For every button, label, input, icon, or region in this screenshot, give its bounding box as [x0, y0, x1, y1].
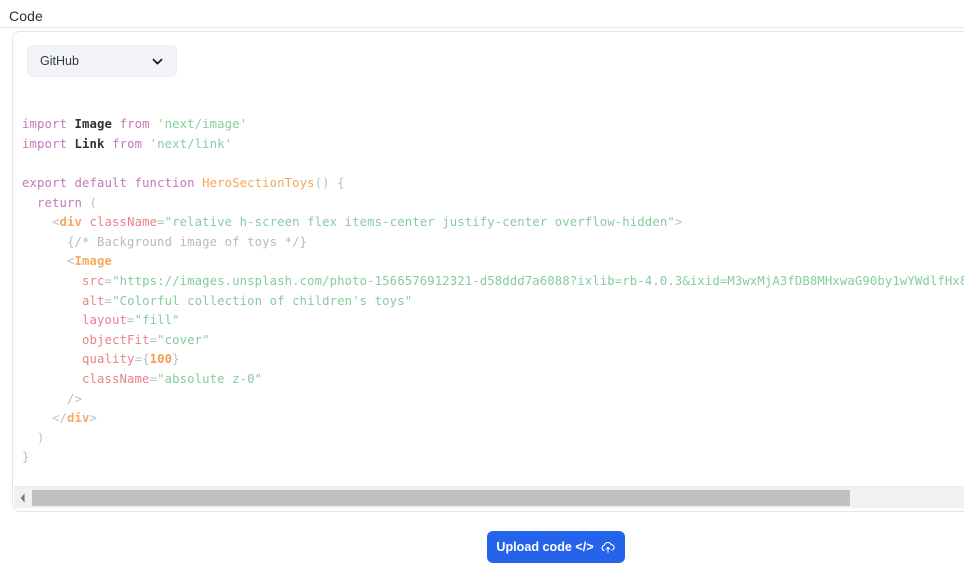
code-line: className="absolute z-0"	[22, 370, 964, 390]
code-token: =	[149, 372, 158, 387]
code-line: />	[22, 390, 964, 410]
code-token: 'next/link'	[149, 136, 233, 151]
code-token: "relative h-screen flex items-center jus…	[164, 215, 675, 230]
code-line: </div>	[22, 409, 964, 429]
cloud-upload-icon	[600, 539, 616, 555]
code-token: import	[22, 117, 75, 132]
code-line: src="https://images.unsplash.com/photo-1…	[22, 272, 964, 292]
code-token: 'next/image'	[157, 117, 248, 132]
source-select-value: GitHub	[40, 54, 79, 68]
code-token: from	[112, 136, 150, 151]
code-token: )	[22, 430, 45, 445]
code-line: <div className="relative h-screen flex i…	[22, 213, 964, 233]
code-token: layout	[82, 313, 128, 328]
code-token: className	[82, 372, 150, 387]
code-panel: GitHub import Image from 'next/image' imp…	[12, 31, 964, 512]
code-token: export default function	[22, 176, 203, 191]
code-token: }	[22, 450, 30, 465]
code-token: div	[59, 215, 90, 230]
code-line: <Image	[22, 252, 964, 272]
scrollbar-track[interactable]	[31, 488, 964, 508]
code-token: objectFit	[82, 332, 150, 347]
code-token: (	[89, 195, 98, 210]
code-line: quality={100}	[22, 350, 964, 370]
header-divider	[0, 27, 964, 28]
upload-code-button[interactable]: Upload code </>	[487, 531, 625, 563]
code-token: =	[127, 313, 135, 328]
code-line: }	[22, 448, 964, 468]
chevron-down-icon	[151, 55, 164, 68]
code-token: quality	[82, 352, 135, 367]
code-token: src	[82, 274, 105, 289]
scrollbar-thumb[interactable]	[32, 489, 850, 506]
code-token: =	[157, 215, 165, 230]
scroll-left-arrow-icon[interactable]	[14, 488, 31, 508]
code-token: <	[22, 254, 75, 269]
upload-code-label: Upload code </>	[496, 540, 594, 554]
code-token: }	[172, 352, 180, 367]
source-select-wrapper: GitHub	[27, 45, 177, 77]
code-line: import Image from 'next/image'	[22, 115, 964, 135]
code-token: HeroSectionToys	[202, 176, 315, 191]
code-token: =	[104, 274, 113, 289]
code-token: {	[142, 352, 150, 367]
code-line: return (	[22, 194, 964, 214]
code-token: <	[22, 215, 60, 230]
code-token: </	[22, 411, 68, 426]
code-block: import Image from 'next/image' import Lin…	[13, 104, 964, 468]
code-token: "cover"	[157, 332, 210, 347]
code-line: layout="fill"	[22, 311, 964, 331]
code-line: export default function HeroSectionToys(…	[22, 174, 964, 194]
code-token: import	[22, 136, 75, 151]
code-token: "https://images.unsplash.com/photo-15665…	[112, 274, 964, 289]
code-token: =	[104, 293, 113, 308]
code-token: return	[22, 195, 90, 210]
code-token: 100	[149, 352, 173, 367]
code-token: alt	[82, 293, 105, 308]
code-token: div	[67, 411, 90, 426]
code-token: Image	[74, 254, 113, 269]
code-token: Image	[74, 117, 120, 132]
source-select[interactable]: GitHub	[27, 45, 177, 77]
code-token: >	[89, 411, 98, 426]
code-line: )	[22, 429, 964, 449]
code-token: "Colorful collection of children's toys"	[112, 293, 413, 308]
code-token: Link	[74, 136, 113, 151]
code-line: {/* Background image of toys */}	[22, 233, 964, 253]
code-scroll-viewport[interactable]: import Image from 'next/image' import Lin…	[13, 92, 964, 485]
code-line: alt="Colorful collection of children's t…	[22, 292, 964, 312]
code-token: className	[89, 215, 158, 230]
code-token: =	[149, 332, 158, 347]
code-token: >	[674, 215, 683, 230]
code-token: "fill"	[134, 313, 180, 328]
code-line: import Link from 'next/link'	[22, 135, 964, 155]
code-token: from	[119, 117, 158, 132]
code-line: objectFit="cover"	[22, 331, 964, 351]
code-token: {/* Background image of toys */}	[22, 234, 308, 249]
code-token: =	[134, 352, 143, 367]
page-title: Code	[9, 8, 43, 24]
code-token: />	[22, 391, 83, 406]
horizontal-scrollbar[interactable]	[14, 486, 964, 508]
code-token: () {	[314, 176, 345, 191]
code-token: "absolute z-0"	[157, 372, 263, 387]
